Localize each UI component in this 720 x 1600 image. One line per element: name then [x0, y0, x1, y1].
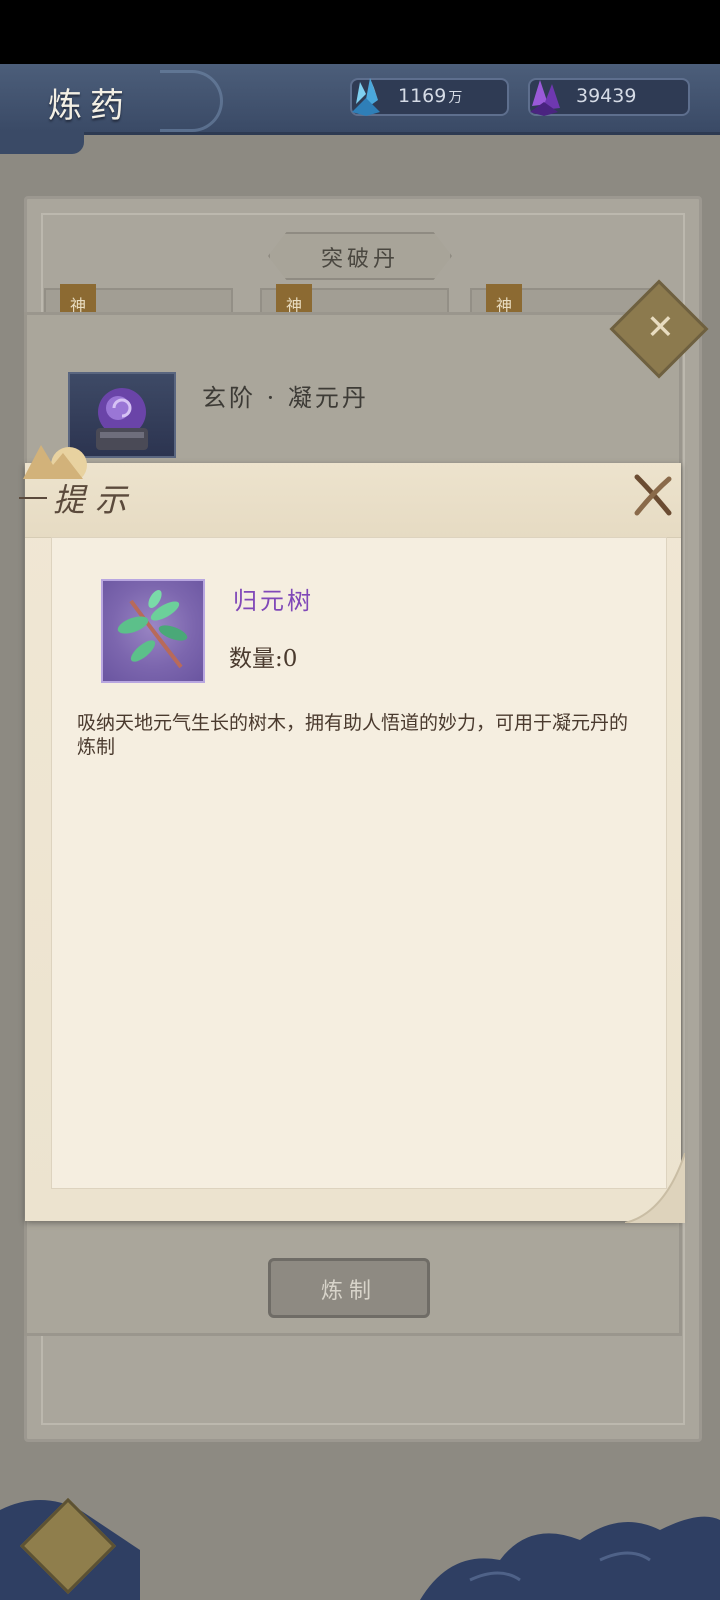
tip-dialog: 提示 归元树 数量:0 吸纳天地元气生长的树木，拥有助人悟道的妙力，可用于凝元丹…: [19, 445, 685, 1223]
close-icon: ✕: [646, 307, 675, 348]
tab-breakthrough-pill[interactable]: 突破丹: [268, 232, 452, 280]
top-header: 炼药 1169 万 39439: [0, 64, 720, 135]
item-quantity: 数量:0: [229, 639, 297, 673]
quantity-label: 数量:: [229, 646, 283, 672]
refine-button[interactable]: 炼制: [268, 1258, 430, 1318]
tab-breakthrough-label: 突破丹: [320, 247, 399, 272]
gem-amount: 39439: [576, 85, 637, 107]
item-icon: [101, 579, 205, 683]
crystal-amount: 1169: [398, 85, 447, 107]
dialog-close-button[interactable]: [631, 471, 675, 519]
close-icon: [634, 474, 672, 516]
purple-gem-icon: [530, 80, 560, 116]
elixir-title: 玄阶 · 凝元丹: [202, 384, 369, 412]
blue-crystal-icon: [352, 78, 380, 116]
page-curl-decoration: [625, 1153, 685, 1223]
status-bar: [0, 0, 720, 64]
gem-currency[interactable]: 39439: [528, 78, 690, 116]
branch-icon: [117, 589, 188, 669]
crystal-currency[interactable]: 1169 万: [350, 78, 509, 116]
dialog-title: 提示: [53, 481, 138, 519]
header-swirl-decoration: [160, 70, 223, 132]
page-title: 炼药: [48, 86, 132, 126]
crystal-unit: 万: [448, 90, 463, 106]
header-tab-decoration: [0, 132, 84, 154]
item-description: 吸纳天地元气生长的树木，拥有助人悟道的妙力，可用于凝元丹的炼制: [77, 712, 629, 758]
dialog-header: 提示: [19, 445, 681, 538]
mountain-sun-icon: [23, 445, 87, 479]
quantity-value: 0: [282, 646, 298, 672]
refine-button-label: 炼制: [320, 1279, 377, 1304]
item-name: 归元树: [233, 587, 314, 615]
